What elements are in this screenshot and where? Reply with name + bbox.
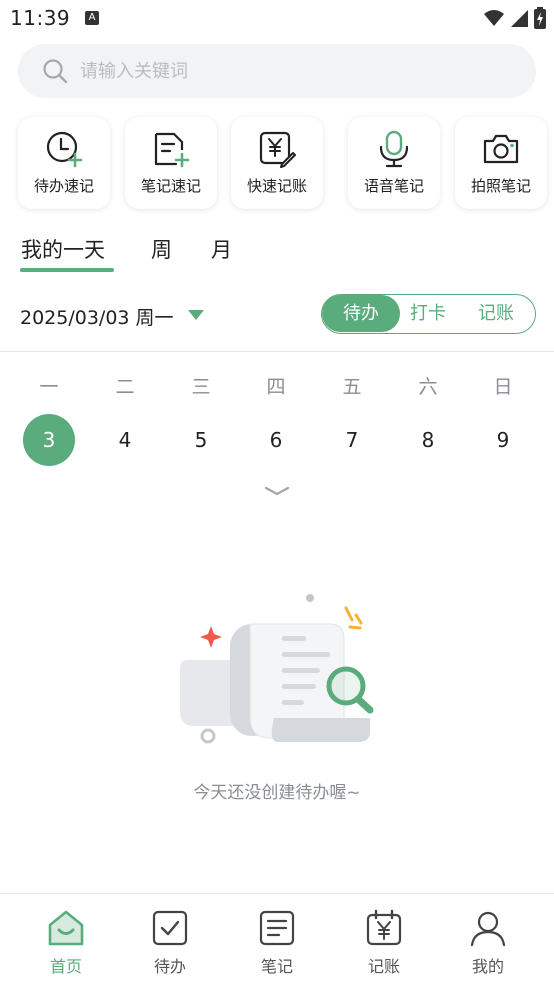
active-tab-indicator xyxy=(20,268,114,272)
note-quick-button[interactable]: 笔记速记 xyxy=(125,117,217,209)
bottom-nav: 首页 待办 笔记 记账 我的 xyxy=(0,893,554,984)
date-selector[interactable]: 2025/03/03 周一 xyxy=(20,303,174,330)
nav-label: 记账 xyxy=(367,957,400,976)
nav-todo[interactable]: 待办 xyxy=(125,894,215,984)
nav-label: 待办 xyxy=(153,957,186,976)
nav-mine[interactable]: 我的 xyxy=(443,894,533,984)
date-row: 2025/03/03 周一 待办 打卡 记账 xyxy=(0,294,554,338)
empty-state-message: 今天还没创建待办喔~ xyxy=(193,783,361,803)
segment-todo[interactable]: 待办 xyxy=(322,295,400,332)
clock-add-icon xyxy=(46,131,83,168)
segment-checkin[interactable]: 打卡 xyxy=(400,295,456,332)
weekday-header: 二 xyxy=(115,376,135,398)
weekday-header: 一 xyxy=(39,376,59,398)
calendar-day[interactable]: 9 xyxy=(477,414,529,466)
tab-my-day[interactable]: 我的一天 xyxy=(21,234,105,264)
photo-note-button[interactable]: 拍照笔记 xyxy=(455,117,547,209)
calendar-day[interactable]: 4 xyxy=(99,414,151,466)
wifi-icon xyxy=(484,10,504,26)
chevron-down-icon[interactable] xyxy=(188,310,204,320)
calendar-day[interactable]: 7 xyxy=(326,414,378,466)
calendar-day[interactable]: 8 xyxy=(402,414,454,466)
shortcut-label: 笔记速记 xyxy=(140,177,201,195)
quick-actions: 待办速记 笔记速记 快速记账 语音笔记 拍照笔记 xyxy=(18,117,548,209)
week-days: 3 4 5 6 7 8 9 xyxy=(0,414,554,468)
search-bar[interactable] xyxy=(18,44,536,98)
camera-icon xyxy=(483,134,519,164)
status-icons xyxy=(484,7,546,29)
calendar-day[interactable]: 6 xyxy=(250,414,302,466)
weekday-headers: 一 二 三 四 五 六 日 xyxy=(0,372,554,402)
microphone-icon xyxy=(379,130,409,168)
note-add-icon xyxy=(154,132,190,168)
weekday-header: 六 xyxy=(418,376,438,398)
nav-notes[interactable]: 笔记 xyxy=(232,894,322,984)
weekday-header: 三 xyxy=(191,376,211,398)
user-icon xyxy=(470,911,506,947)
home-icon xyxy=(48,910,84,946)
shortcut-label: 快速记账 xyxy=(246,177,307,195)
battery-icon xyxy=(534,7,546,29)
calendar-yen-icon xyxy=(366,909,402,946)
expand-chevron-icon[interactable] xyxy=(264,485,290,497)
nav-label: 首页 xyxy=(49,957,82,976)
calendar-day[interactable]: 5 xyxy=(175,414,227,466)
search-icon xyxy=(43,59,68,84)
note-icon xyxy=(259,910,295,946)
shortcut-label: 语音笔记 xyxy=(363,177,424,195)
nav-label: 笔记 xyxy=(260,957,293,976)
notification-icon: A xyxy=(85,11,99,25)
weekday-header: 日 xyxy=(493,376,513,398)
todo-quick-button[interactable]: 待办速记 xyxy=(18,117,110,209)
type-segmented-control: 待办 打卡 记账 xyxy=(321,294,536,334)
shortcut-label: 拍照笔记 xyxy=(470,177,531,195)
search-input[interactable] xyxy=(80,44,500,98)
view-tabs: 我的一天 周 月 xyxy=(0,228,554,276)
calendar-day-selected[interactable]: 3 xyxy=(23,414,75,466)
nav-home[interactable]: 首页 xyxy=(21,894,111,984)
yen-edit-icon xyxy=(259,131,296,168)
segment-bookkeeping[interactable]: 记账 xyxy=(462,295,530,332)
tab-month[interactable]: 月 xyxy=(211,234,232,264)
voice-note-button[interactable]: 语音笔记 xyxy=(348,117,440,209)
divider xyxy=(0,351,554,352)
shortcut-label: 待办速记 xyxy=(33,177,94,195)
empty-state-illustration xyxy=(180,594,374,744)
bookkeeping-quick-button[interactable]: 快速记账 xyxy=(231,117,323,209)
nav-label: 我的 xyxy=(471,957,504,976)
weekday-header: 五 xyxy=(342,376,362,398)
nav-bookkeeping[interactable]: 记账 xyxy=(339,894,429,984)
tab-week[interactable]: 周 xyxy=(151,234,172,264)
weekday-header: 四 xyxy=(266,376,286,398)
signal-icon xyxy=(511,10,528,27)
checkbox-icon xyxy=(152,910,188,946)
status-time: 11:39 xyxy=(10,6,71,30)
status-bar: 11:39 A xyxy=(0,0,554,36)
